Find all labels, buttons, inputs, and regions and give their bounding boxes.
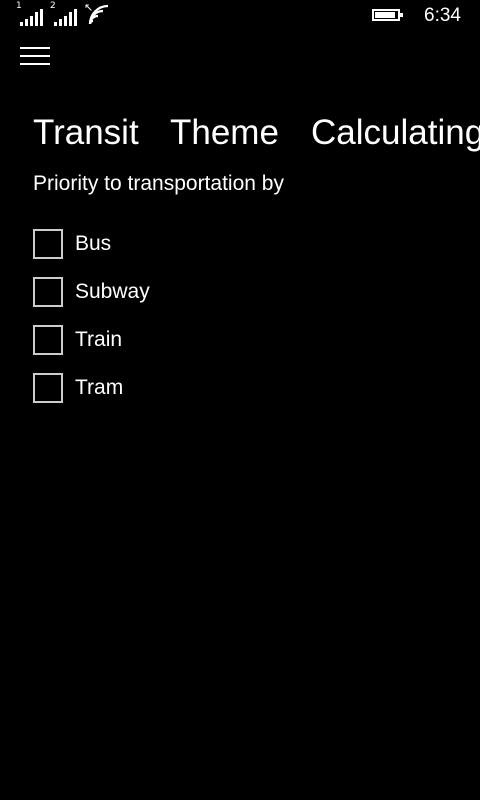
clock: 6:34: [424, 5, 461, 26]
status-bar: 1 2 ↖ 6:34: [0, 0, 480, 32]
checkbox-label: Subway: [75, 280, 150, 303]
checkbox-box[interactable]: [33, 325, 63, 355]
wifi-icon: ↖: [84, 2, 110, 26]
battery-icon: [372, 9, 403, 21]
checkbox-box[interactable]: [33, 277, 63, 307]
checkbox-box[interactable]: [33, 229, 63, 259]
checkbox-bus[interactable]: Bus: [33, 229, 333, 261]
checkbox-box[interactable]: [33, 373, 63, 403]
section-title: Priority to transportation by: [33, 172, 284, 195]
checkbox-label: Tram: [75, 376, 124, 399]
checkbox-label: Bus: [75, 232, 112, 255]
tab-calculating[interactable]: Calculating: [311, 110, 480, 156]
hamburger-menu-icon[interactable]: [20, 46, 52, 68]
checkbox-subway[interactable]: Subway: [33, 277, 333, 309]
tab-transit[interactable]: Transit: [33, 110, 139, 156]
tab-theme[interactable]: Theme: [170, 110, 279, 156]
pivot-tabs: Transit Theme Calculating: [33, 110, 480, 160]
checkbox-train[interactable]: Train: [33, 325, 333, 357]
checkbox-label: Train: [75, 328, 123, 351]
checkbox-tram[interactable]: Tram: [33, 373, 333, 405]
